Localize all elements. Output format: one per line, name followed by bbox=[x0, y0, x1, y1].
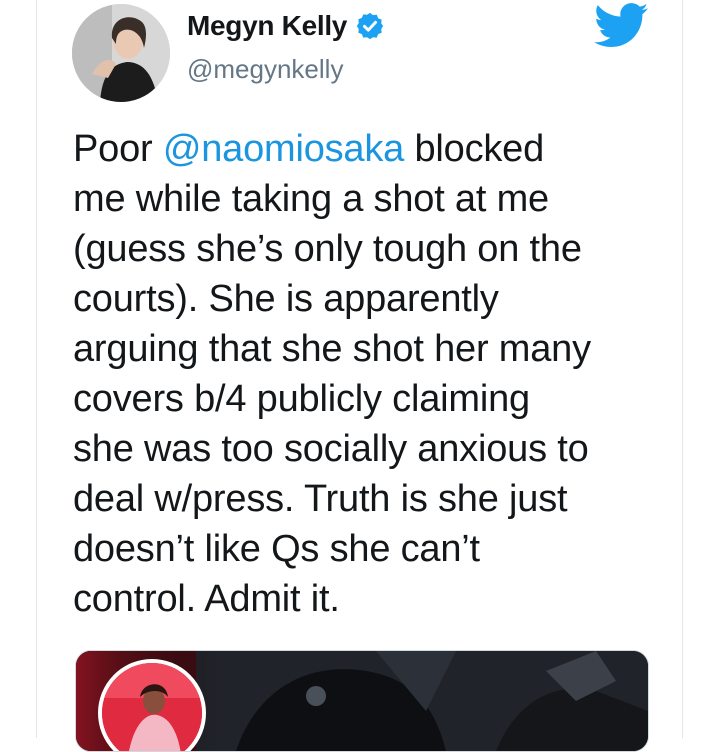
mention-link[interactable]: @naomiosaka bbox=[163, 128, 404, 170]
tweet-line: covers b/4 publicly claiming bbox=[73, 378, 530, 420]
tweet-line: doesn’t like Qs she can’t bbox=[73, 528, 480, 570]
tweet-line: control. Admit it. bbox=[73, 578, 340, 620]
author-avatar[interactable] bbox=[72, 4, 170, 102]
author-name[interactable]: Megyn Kelly bbox=[187, 10, 347, 42]
tweet-line: deal w/press. Truth is she just bbox=[73, 478, 568, 520]
tweet-text-segment: blocked bbox=[404, 128, 545, 170]
tweet-text: Poor @naomiosaka blocked me while taking… bbox=[73, 124, 673, 624]
verified-badge-icon bbox=[356, 12, 384, 40]
twitter-bird-icon bbox=[594, 3, 648, 47]
tweet-line: arguing that she shot her many bbox=[73, 328, 591, 370]
tweet-line: me while taking a shot at me bbox=[73, 178, 549, 220]
tweet-line: she was too socially anxious to bbox=[73, 428, 589, 470]
author-handle[interactable]: @megynkelly bbox=[187, 54, 343, 85]
tweet-text-segment: Poor bbox=[73, 128, 163, 170]
tweet-line: courts). She is apparently bbox=[73, 278, 499, 320]
tweet-line: (guess she’s only tough on the bbox=[73, 228, 582, 270]
tweet-line: Poor @naomiosaka blocked bbox=[73, 124, 673, 174]
embedded-tweet-card[interactable] bbox=[75, 650, 649, 752]
tweet-card: Megyn Kelly @megynkelly Poor @naomiosaka… bbox=[36, 0, 683, 752]
